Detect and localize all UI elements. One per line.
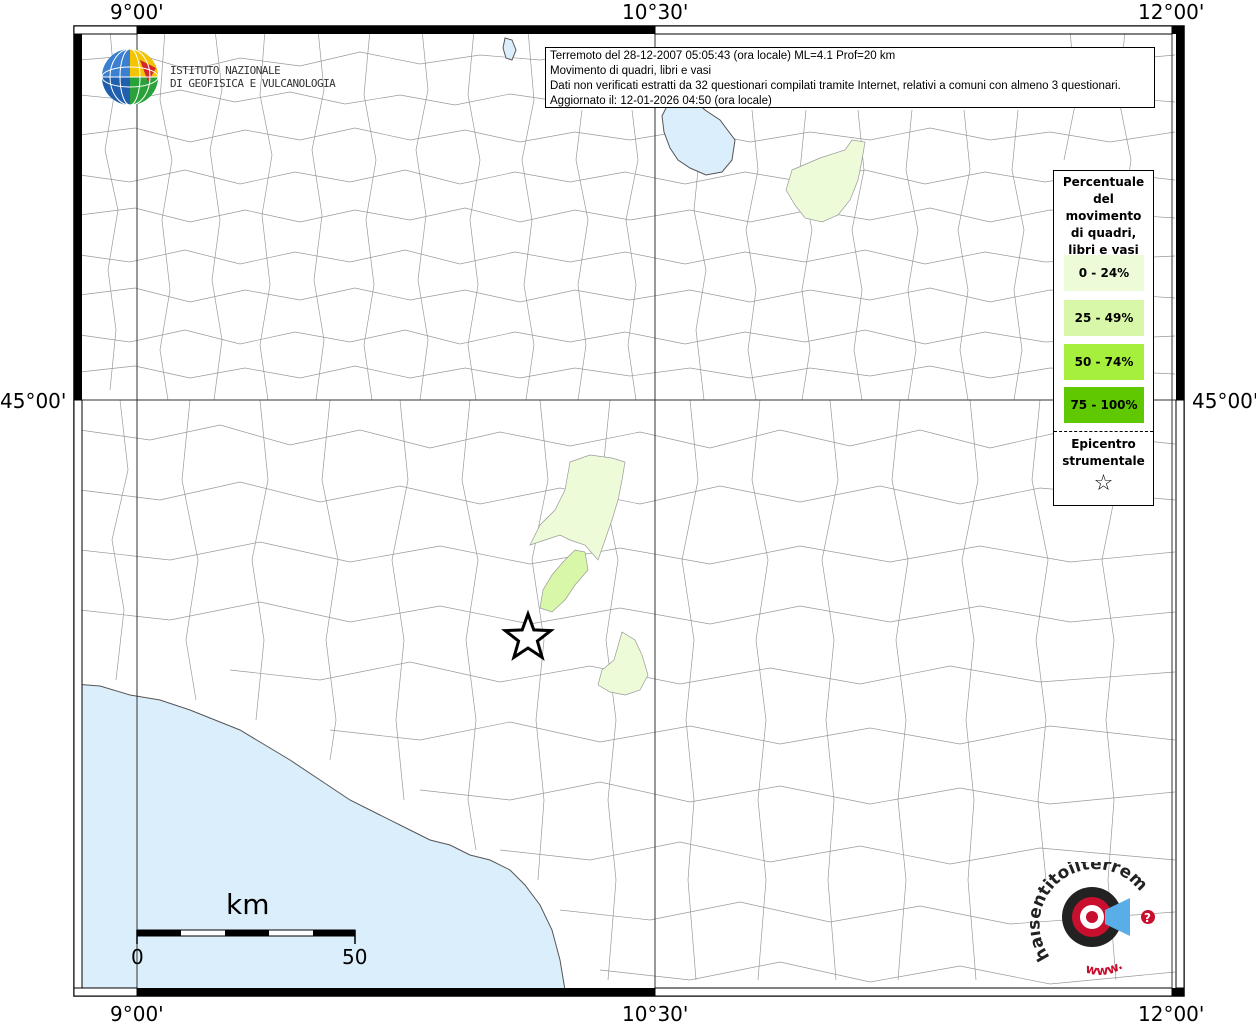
legend: Percentuale del movimento di quadri, lib… [1053, 170, 1154, 506]
ingv-globe-icon [101, 48, 159, 106]
info-line-topic: Movimento di quadri, libri e vasi [550, 65, 712, 77]
lon-tick-bottom-2: 10°30' [622, 1002, 689, 1026]
haisentito-www: www. [1084, 958, 1126, 979]
legend-title: Percentuale del movimento di quadri, lib… [1054, 174, 1153, 259]
lon-tick-top-1: 9°00' [110, 0, 164, 24]
legend-title-line: del [1093, 192, 1114, 206]
scale-unit: km [226, 888, 270, 921]
lat-tick-right: 45°00' [1192, 389, 1256, 413]
legend-item-50-74: 50 - 74% [1064, 344, 1144, 380]
ingv-logo-text: ISTITUTO NAZIONALE DI GEOFISICA E VULCAN… [170, 64, 336, 90]
legend-epicenter-label: Epicentro strumentale [1054, 436, 1153, 470]
legend-star-icon: ☆ [1093, 471, 1114, 496]
scale-start: 0 [131, 945, 144, 969]
legend-epicenter-line: Epicentro [1071, 437, 1136, 451]
legend-item-75-100: 75 - 100% [1064, 387, 1144, 423]
lon-tick-bottom-3: 12°00' [1138, 1002, 1205, 1026]
info-box: Terremoto del 28-12-2007 05:05:43 (ora l… [545, 47, 1155, 108]
info-line-event: Terremoto del 28-12-2007 05:05:43 (ora l… [550, 50, 896, 62]
ingv-line-2: DI GEOFISICA E VULCANOLOGIA [170, 77, 336, 90]
lon-tick-top-3: 12°00' [1138, 0, 1205, 24]
lat-tick-left: 45°00' [0, 389, 67, 413]
legend-title-line: movimento [1065, 209, 1142, 223]
lon-tick-bottom-1: 9°00' [110, 1002, 164, 1026]
info-line-updated: Aggiornato il: 12-01-2026 04:50 (ora loc… [550, 95, 772, 107]
legend-epicenter-line: strumentale [1062, 454, 1145, 468]
scale-end: 50 [342, 945, 368, 969]
haisentito-logo: haisentitoilterremoto.it www. ? [1030, 862, 1155, 979]
legend-separator [1054, 431, 1153, 432]
legend-item-25-49: 25 - 49% [1064, 300, 1144, 336]
ingv-line-1: ISTITUTO NAZIONALE [170, 64, 281, 77]
legend-title-line: Percentuale [1062, 175, 1145, 189]
legend-item-0-24: 0 - 24% [1064, 255, 1144, 291]
lon-tick-top-2: 10°30' [622, 0, 689, 24]
info-line-note: Dati non verificati estratti da 32 quest… [550, 80, 1121, 92]
question-mark: ? [1144, 911, 1151, 925]
legend-title-line: di quadri, [1070, 226, 1137, 240]
